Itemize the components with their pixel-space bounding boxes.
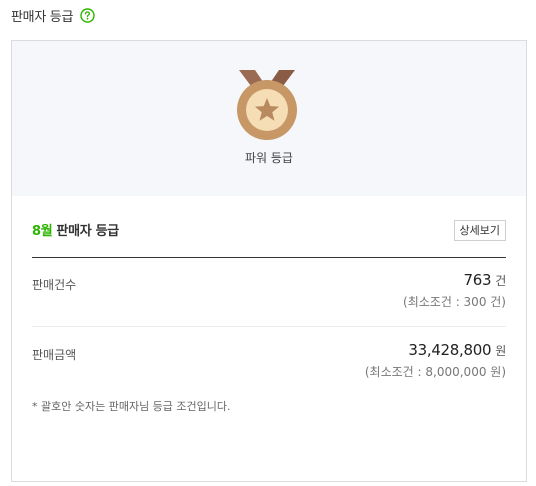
seller-grade-card: 파워 등급 8월 판매자 등급 상세보기 판매건수 763 건 (최소조건 : 30… <box>11 40 527 482</box>
page-header: 판매자 등급 <box>11 6 95 25</box>
detail-view-button[interactable]: 상세보기 <box>453 220 506 241</box>
stat-value: 763 건 <box>463 271 507 289</box>
stat-value: 33,428,800 원 <box>408 341 506 359</box>
stat-condition: (최소조건 : 300 건) <box>403 295 506 309</box>
monthly-grade-title: 8월 판매자 등급 <box>32 220 119 239</box>
stat-unit: 건 <box>495 274 506 288</box>
stat-unit: 원 <box>495 344 506 358</box>
stat-condition: (최소조건 : 8,000,000 원) <box>364 365 506 379</box>
question-circle-icon[interactable] <box>80 8 95 23</box>
stat-label: 판매금액 <box>32 348 77 362</box>
stat-label: 판매건수 <box>32 278 77 292</box>
page-title: 판매자 등급 <box>11 10 74 25</box>
stat-row-sales-amount: 판매금액 33,428,800 원 (최소조건 : 8,000,000 원) <box>32 341 506 389</box>
stat-number: 33,428,800 <box>408 341 492 359</box>
monthly-grade-label: 판매자 등급 <box>56 224 119 239</box>
stat-row-sales-count: 판매건수 763 건 (최소조건 : 300 건) <box>32 271 506 327</box>
bronze-medal-star-icon <box>236 70 298 142</box>
monthly-grade-header: 8월 판매자 등급 상세보기 <box>32 218 506 258</box>
grade-panel: 파워 등급 <box>12 41 526 196</box>
month-label: 8월 <box>32 224 53 239</box>
grade-name: 파워 등급 <box>245 151 293 165</box>
stat-number: 763 <box>463 271 492 289</box>
grade-condition-note: * 괄호안 숫자는 판매자님 등급 조건입니다. <box>32 400 231 413</box>
